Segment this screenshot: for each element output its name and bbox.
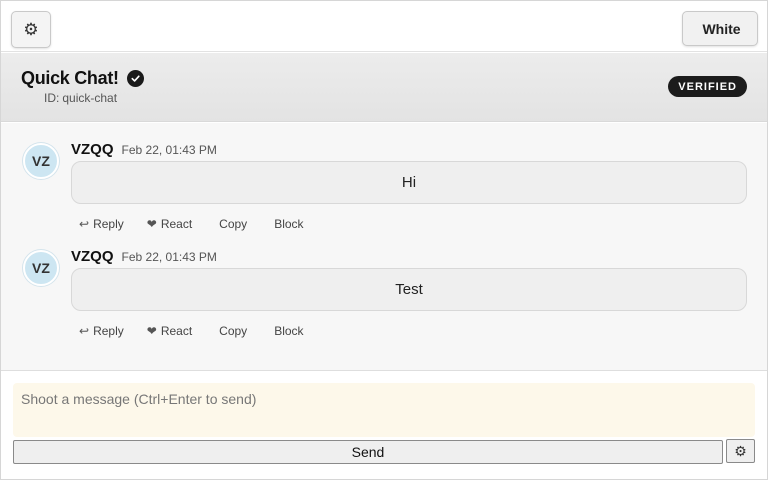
message-item: VZ VZQQ Feb 22, 01:43 PM Test ↩ Reply ❤ …	[1, 230, 767, 338]
message-username[interactable]: VZQQ	[71, 248, 114, 265]
message-timestamp: Feb 22, 01:43 PM	[121, 143, 217, 157]
message-timestamp: Feb 22, 01:43 PM	[121, 250, 217, 264]
message-bubble: Test	[71, 268, 747, 311]
copy-button[interactable]: Copy	[215, 217, 247, 231]
top-bar: ⚙ White	[1, 1, 767, 52]
copy-label: Copy	[219, 217, 248, 231]
message-actions: ↩ Reply ❤ React Copy Block	[79, 324, 304, 338]
reply-icon: ↩	[79, 217, 90, 231]
chat-id-value: quick-chat	[62, 91, 118, 105]
message-meta: VZQQ Feb 22, 01:43 PM	[71, 141, 217, 158]
gear-icon: ⚙	[734, 442, 747, 459]
message-bubble: Hi	[71, 161, 747, 204]
reply-label: Reply	[93, 217, 124, 231]
app-window: ⚙ White Quick Chat! ID: quick-chat VERIFI…	[0, 0, 768, 480]
reply-button[interactable]: ↩ Reply	[79, 217, 124, 231]
chat-id: ID: quick-chat	[44, 91, 117, 105]
chat-id-label: ID:	[44, 91, 60, 105]
reply-label: Reply	[93, 324, 124, 338]
react-button[interactable]: ❤ React	[147, 324, 192, 338]
block-button[interactable]: Block	[270, 217, 303, 231]
block-button[interactable]: Block	[270, 324, 303, 338]
avatar[interactable]: VZ	[23, 250, 59, 286]
copy-button[interactable]: Copy	[215, 324, 247, 338]
message-input[interactable]	[13, 383, 755, 437]
message-item: VZ VZQQ Feb 22, 01:43 PM Hi ↩ Reply ❤ Re…	[1, 123, 767, 231]
chat-title-row: Quick Chat!	[21, 68, 144, 89]
settings-button[interactable]: ⚙	[11, 11, 51, 48]
gear-icon: ⚙	[23, 19, 39, 39]
react-label: React	[160, 217, 193, 231]
avatar[interactable]: VZ	[23, 143, 59, 179]
react-button[interactable]: ❤ React	[147, 217, 192, 231]
heart-icon: ❤	[146, 324, 157, 338]
verified-check-icon	[126, 70, 144, 87]
copy-label: Copy	[219, 324, 248, 338]
chat-header: Quick Chat! ID: quick-chat VERIFIED	[1, 53, 767, 122]
reply-button[interactable]: ↩ Reply	[79, 324, 124, 338]
heart-icon: ❤	[146, 217, 157, 231]
message-list[interactable]: VZ VZQQ Feb 22, 01:43 PM Hi ↩ Reply ❤ Re…	[1, 123, 767, 371]
send-button[interactable]: Send	[13, 440, 723, 464]
message-username[interactable]: VZQQ	[71, 141, 114, 158]
verified-badge: VERIFIED	[668, 76, 747, 97]
chat-title: Quick Chat!	[21, 68, 119, 88]
theme-toggle-button[interactable]: White	[682, 11, 758, 46]
message-meta: VZQQ Feb 22, 01:43 PM	[71, 248, 217, 265]
message-actions: ↩ Reply ❤ React Copy Block	[79, 217, 304, 231]
theme-label: White	[702, 20, 741, 37]
reply-icon: ↩	[79, 324, 90, 338]
composer-settings-button[interactable]: ⚙	[726, 439, 755, 463]
block-label: Block	[274, 217, 304, 231]
react-label: React	[160, 324, 193, 338]
block-label: Block	[274, 324, 304, 338]
